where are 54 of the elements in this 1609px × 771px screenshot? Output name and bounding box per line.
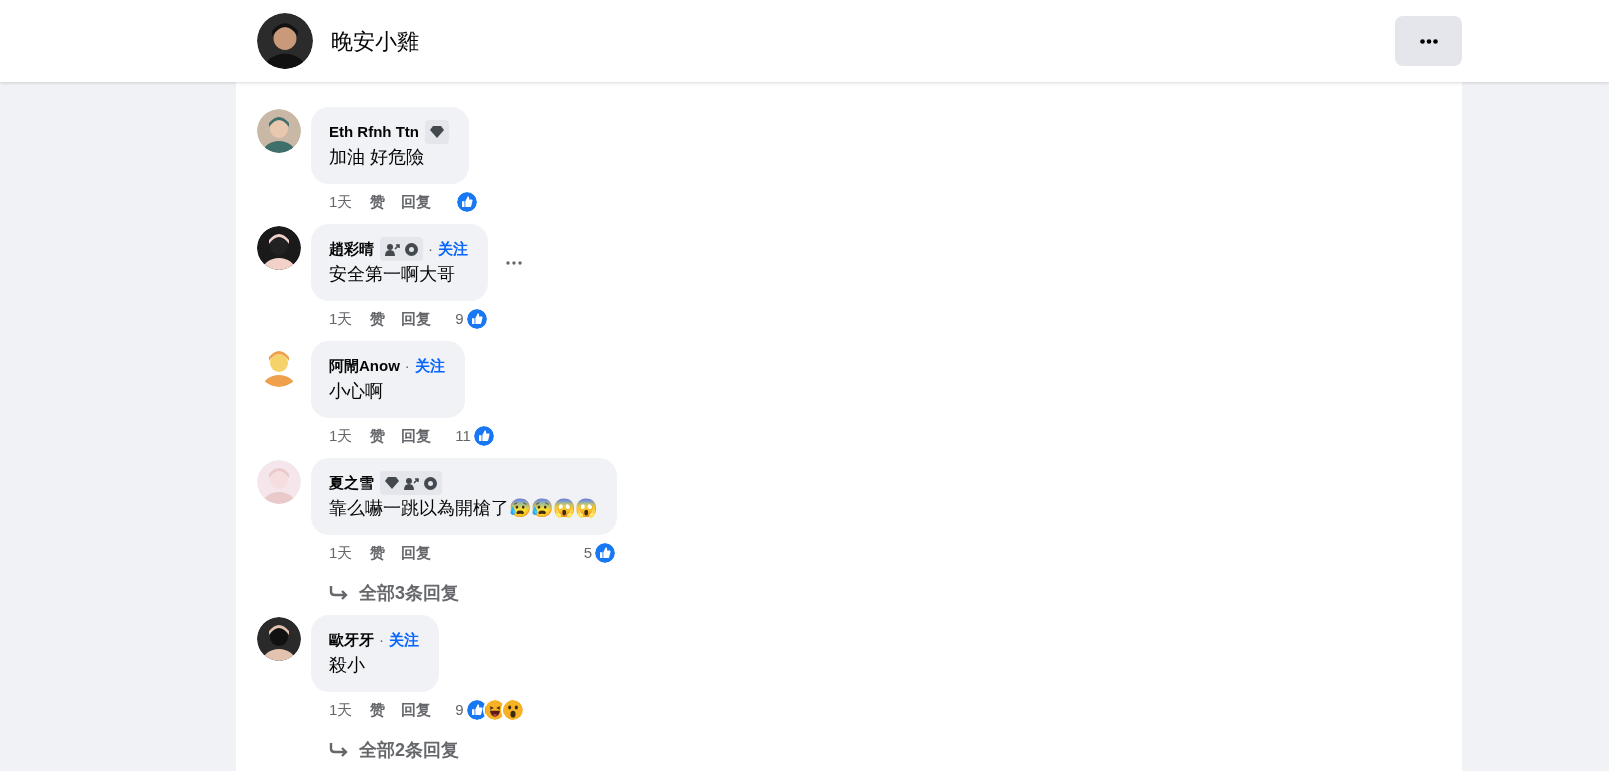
comment-time: 1天 bbox=[329, 191, 353, 212]
person-icon bbox=[404, 476, 419, 490]
level-icon bbox=[424, 476, 437, 490]
comment-time: 1天 bbox=[329, 542, 353, 563]
commenter-name[interactable]: 阿閙Anow bbox=[329, 354, 400, 378]
reaction-count: 9 bbox=[455, 308, 464, 329]
diamond-icon bbox=[385, 477, 399, 489]
comment-time: 1天 bbox=[329, 425, 353, 446]
like-link[interactable]: 赞 bbox=[370, 541, 386, 565]
thumbs-up-icon bbox=[593, 541, 617, 565]
reply-link[interactable]: 回复 bbox=[401, 190, 432, 214]
reaction-count: 9 bbox=[455, 699, 464, 720]
more-icon bbox=[1419, 38, 1438, 44]
more-icon bbox=[506, 260, 522, 265]
separator-dot: · bbox=[404, 355, 410, 376]
reply-link[interactable]: 回复 bbox=[401, 541, 432, 565]
thumbs-up-icon bbox=[455, 190, 480, 214]
level-icon bbox=[405, 242, 418, 256]
comment-time: 1天 bbox=[329, 699, 353, 720]
comment-time: 1天 bbox=[329, 308, 353, 329]
reply-arrow-icon bbox=[329, 742, 349, 758]
diamond-icon bbox=[430, 126, 444, 138]
person-icon bbox=[385, 242, 400, 256]
comment-text: 安全第一啊大哥 bbox=[329, 262, 456, 286]
more-button[interactable] bbox=[1395, 16, 1462, 66]
reply-link[interactable]: 回复 bbox=[401, 424, 432, 448]
surprised-face-icon bbox=[500, 698, 525, 722]
reaction-count: 11 bbox=[455, 425, 471, 446]
page-title: 晚安小雞 bbox=[331, 27, 419, 56]
comment-text: 殺小 bbox=[329, 653, 366, 677]
thumbs-up-icon bbox=[471, 424, 496, 448]
commenter-name[interactable]: 歐牙牙 bbox=[329, 628, 374, 652]
like-link[interactable]: 赞 bbox=[370, 307, 386, 331]
reaction-count: 5 bbox=[583, 542, 592, 563]
view-replies-link[interactable]: 全部2条回复 bbox=[329, 738, 459, 762]
reply-link[interactable]: 回复 bbox=[401, 698, 432, 722]
comment-text: 小心啊 bbox=[329, 379, 384, 403]
commenter-name[interactable]: 夏之雪 bbox=[329, 471, 374, 495]
reply-link[interactable]: 回复 bbox=[401, 307, 432, 331]
view-replies-link[interactable]: 全部3条回复 bbox=[329, 581, 459, 605]
like-link[interactable]: 赞 bbox=[370, 190, 386, 214]
reply-arrow-icon bbox=[329, 585, 349, 601]
commenter-name[interactable]: 趙彩晴 bbox=[329, 237, 374, 261]
commenter-name[interactable]: Eth Rfnh Ttn bbox=[329, 120, 419, 144]
follow-link[interactable]: 关注 bbox=[389, 628, 419, 652]
thumbs-up-icon bbox=[464, 307, 489, 331]
comment-text: 靠么嚇一跳以為開槍了😰😰😱😱 bbox=[329, 496, 597, 520]
follow-link[interactable]: 关注 bbox=[414, 354, 445, 378]
comment-text: 加油 好危險 bbox=[329, 145, 425, 169]
follow-link[interactable]: 关注 bbox=[438, 237, 468, 261]
separator-dot: · bbox=[379, 629, 384, 650]
separator-dot: · bbox=[428, 238, 433, 259]
like-link[interactable]: 赞 bbox=[370, 424, 386, 448]
like-link[interactable]: 赞 bbox=[370, 698, 386, 722]
